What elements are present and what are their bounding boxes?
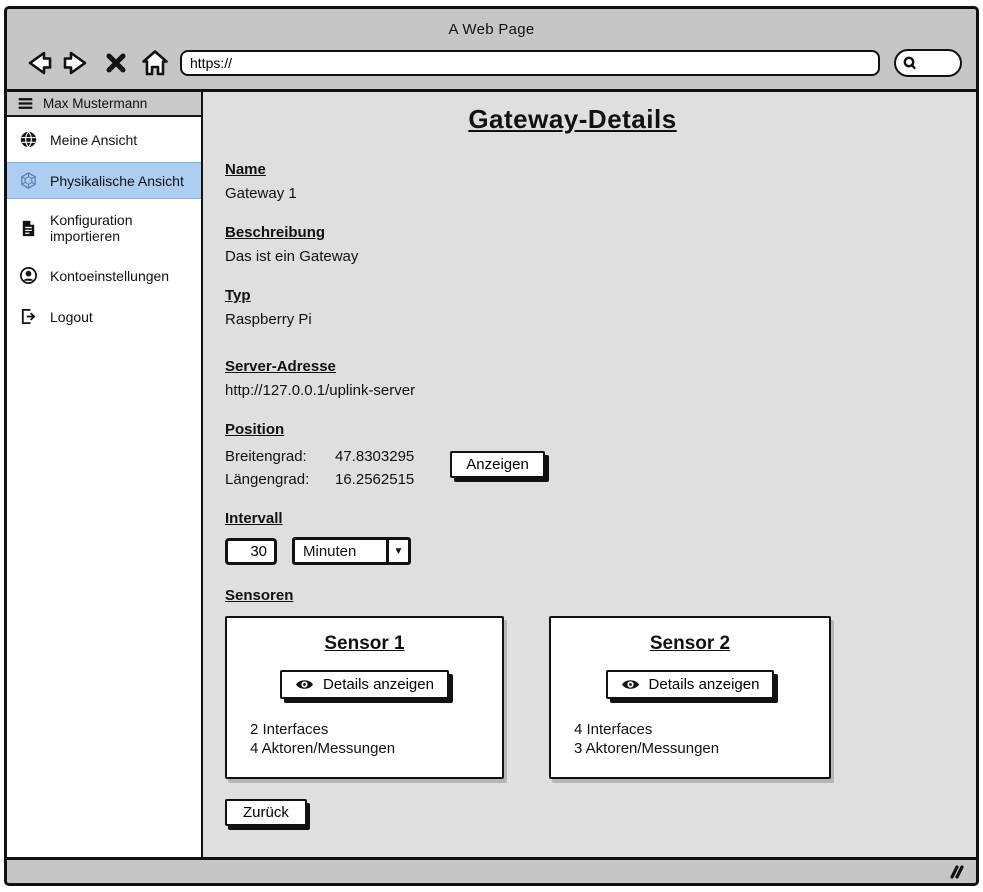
position-grid: Breitengrad: 47.8303295 Längengrad: 16.2… bbox=[225, 448, 414, 488]
sensor-cards: Sensor 1 Details anzeigen 2 Interfaces 4… bbox=[225, 616, 976, 779]
show-position-button[interactable]: Anzeigen bbox=[450, 451, 545, 478]
sidebar-item-label: Physikalische Ansicht bbox=[50, 173, 184, 189]
latitude-label: Breitengrad: bbox=[225, 448, 335, 465]
browser-window: A Web Page bbox=[4, 6, 979, 886]
forward-arrow-icon bbox=[62, 48, 92, 78]
interval-value-input[interactable] bbox=[225, 538, 277, 565]
field-value-typ: Raspberry Pi bbox=[225, 311, 976, 328]
field-label-name: Name bbox=[225, 161, 976, 178]
longitude-label: Längengrad: bbox=[225, 471, 335, 488]
details-button-label: Details anzeigen bbox=[323, 676, 434, 693]
sidebar-item-kontoeinstellungen[interactable]: Kontoeinstellungen bbox=[7, 257, 201, 294]
sidebar-item-label: Meine Ansicht bbox=[50, 132, 137, 148]
hamburger-menu-icon[interactable] bbox=[17, 95, 34, 112]
longitude-value: 16.2562515 bbox=[335, 471, 414, 488]
stop-button[interactable] bbox=[101, 48, 131, 78]
sidebar-item-label: Logout bbox=[50, 309, 93, 325]
details-button-label: Details anzeigen bbox=[649, 676, 760, 693]
document-icon bbox=[19, 219, 38, 238]
browser-chrome: A Web Page bbox=[7, 9, 976, 89]
home-icon bbox=[140, 48, 170, 78]
resize-handle-icon[interactable] bbox=[944, 864, 964, 880]
field-label-position: Position bbox=[225, 421, 976, 438]
sensor-card-title: Sensor 1 bbox=[324, 633, 404, 655]
sidebar-item-label: Kontoeinstellungen bbox=[50, 268, 169, 284]
sidebar-header: Max Mustermann bbox=[7, 92, 201, 117]
logout-icon bbox=[19, 307, 38, 326]
sidebar-item-label: Konfiguration importieren bbox=[50, 212, 189, 244]
sidebar-item-physikalische-ansicht[interactable]: Physikalische Ansicht bbox=[7, 162, 201, 199]
actors-count: 4 Aktoren/Messungen bbox=[250, 739, 502, 758]
field-value-server-adresse: http://127.0.0.1/uplink-server bbox=[225, 382, 976, 399]
back-arrow-icon bbox=[23, 48, 53, 78]
interfaces-count: 4 Interfaces bbox=[574, 720, 829, 739]
hexagon-network-icon bbox=[19, 171, 38, 190]
url-input[interactable] bbox=[182, 55, 878, 71]
field-label-beschreibung: Beschreibung bbox=[225, 224, 976, 241]
account-icon bbox=[19, 266, 38, 285]
home-button[interactable] bbox=[140, 48, 170, 78]
page-title: Gateway-Details bbox=[468, 104, 676, 135]
back-navigation-button[interactable]: Zurück bbox=[225, 799, 307, 826]
eye-icon bbox=[621, 678, 640, 691]
chevron-down-icon[interactable]: ▼ bbox=[386, 540, 408, 562]
sensor2-details-button[interactable]: Details anzeigen bbox=[606, 670, 775, 699]
field-label-sensoren: Sensoren bbox=[225, 587, 976, 604]
search-icon bbox=[901, 54, 919, 72]
latitude-value: 47.8303295 bbox=[335, 448, 414, 465]
interfaces-count: 2 Interfaces bbox=[250, 720, 502, 739]
page-body: Max Mustermann Meine Ansicht Physikalisc… bbox=[7, 89, 976, 857]
user-name: Max Mustermann bbox=[43, 96, 147, 111]
stop-x-icon bbox=[105, 52, 127, 74]
sensor-card-title: Sensor 2 bbox=[650, 633, 730, 655]
field-label-server-adresse: Server-Adresse bbox=[225, 358, 976, 375]
forward-button[interactable] bbox=[62, 48, 92, 78]
interval-unit-select[interactable]: Minuten ▼ bbox=[292, 537, 411, 565]
globe-icon bbox=[19, 130, 38, 149]
sidebar-item-konfiguration-importieren[interactable]: Konfiguration importieren bbox=[7, 203, 201, 253]
field-label-typ: Typ bbox=[225, 287, 976, 304]
sensor-card-stats: 4 Interfaces 3 Aktoren/Messungen bbox=[551, 720, 829, 758]
sidebar: Max Mustermann Meine Ansicht Physikalisc… bbox=[7, 92, 203, 857]
sensor1-details-button[interactable]: Details anzeigen bbox=[280, 670, 449, 699]
window-title: A Web Page bbox=[7, 9, 976, 38]
field-value-beschreibung: Das ist ein Gateway bbox=[225, 248, 976, 265]
interval-unit-value: Minuten bbox=[295, 540, 386, 562]
sidebar-item-meine-ansicht[interactable]: Meine Ansicht bbox=[7, 121, 201, 158]
main-content: Gateway-Details Name Gateway 1 Beschreib… bbox=[203, 92, 976, 857]
interval-controls: Minuten ▼ bbox=[225, 537, 976, 565]
position-block: Breitengrad: 47.8303295 Längengrad: 16.2… bbox=[225, 448, 976, 488]
field-value-name: Gateway 1 bbox=[225, 185, 976, 202]
eye-icon bbox=[295, 678, 314, 691]
back-button[interactable] bbox=[23, 48, 53, 78]
browser-toolbar bbox=[7, 43, 976, 83]
sensor-card-1: Sensor 1 Details anzeigen 2 Interfaces 4… bbox=[225, 616, 504, 779]
actors-count: 3 Aktoren/Messungen bbox=[574, 739, 829, 758]
search-box[interactable] bbox=[894, 49, 962, 77]
sensor-card-stats: 2 Interfaces 4 Aktoren/Messungen bbox=[227, 720, 502, 758]
nav-buttons bbox=[7, 48, 180, 78]
url-bar[interactable] bbox=[180, 50, 880, 76]
status-bar bbox=[7, 857, 976, 883]
sensor-card-2: Sensor 2 Details anzeigen 4 Interfaces 3… bbox=[549, 616, 831, 779]
field-label-intervall: Intervall bbox=[225, 510, 976, 527]
sidebar-item-logout[interactable]: Logout bbox=[7, 298, 201, 335]
